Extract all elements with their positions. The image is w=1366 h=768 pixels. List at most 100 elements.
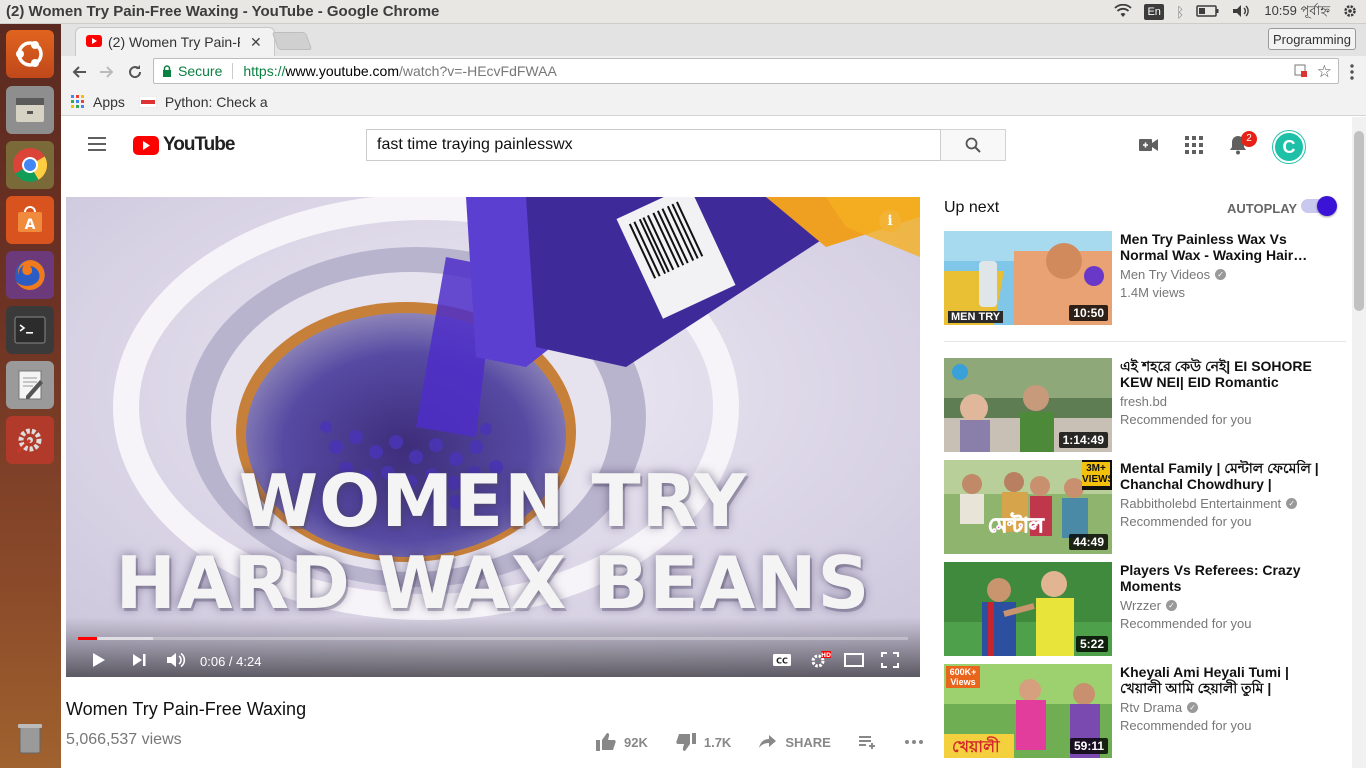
forward-arrow-icon[interactable] [93, 58, 121, 86]
recommendation-item[interactable]: MEN TRY 10:50 Men Try Painless Wax Vs No… [944, 231, 1344, 325]
upload-video-camera-icon[interactable] [1139, 138, 1159, 157]
ubuntu-dash-icon[interactable] [6, 30, 54, 78]
url-path: /watch?v=-HEcvFdFWAA [399, 63, 557, 79]
youtube-page: YouTube fast time traying painlesswx 2 C [61, 117, 1352, 768]
apps-grid-icon[interactable] [1185, 135, 1203, 159]
video-duration: 10:50 [1069, 305, 1108, 321]
add-to-playlist-icon[interactable] [858, 735, 877, 749]
settings-hd-icon[interactable]: HD [809, 650, 831, 673]
player-controls: 0:06 / 4:24 CC HD [66, 645, 920, 677]
settings-gear-icon[interactable] [1342, 3, 1358, 22]
bookmarks-bar: Apps Python: Check a [61, 88, 1366, 116]
video-player[interactable]: WOMEN TRY HARD WAX BEANS i 0:06 / 4:24 C… [66, 197, 920, 677]
youtube-logo[interactable]: YouTube [133, 134, 235, 156]
autoplay-toggle[interactable] [1301, 196, 1337, 216]
url-host: www.youtube.com [285, 63, 399, 79]
channel-name[interactable]: Men Try Videos ✓ [1120, 267, 1227, 282]
text-editor-icon[interactable] [6, 361, 54, 409]
chrome-menu-icon[interactable] [1338, 58, 1366, 86]
files-icon[interactable] [6, 86, 54, 134]
volume-icon[interactable] [1232, 4, 1252, 21]
video-thumbnail[interactable]: MEN TRY 10:50 [944, 231, 1112, 325]
recommendation-title[interactable]: Mental Family | মেন্টাল ফেমেলি | Chancha… [1120, 460, 1324, 492]
tab-close-icon[interactable]: ✕ [250, 34, 262, 51]
page-scrollbar[interactable] [1352, 117, 1366, 768]
verified-check-icon: ✓ [1187, 702, 1199, 713]
recommendation-meta: Recommended for you [1120, 412, 1252, 427]
tab-youtube[interactable]: (2) Women Try Pain-Free Waxing - YouTube… [75, 27, 275, 56]
system-tray: En ᛒ 10:59 পূর্বাহ্ন [1114, 0, 1358, 24]
progress-bar[interactable] [78, 637, 908, 640]
keyboard-language-indicator[interactable]: En [1144, 4, 1164, 20]
trash-icon[interactable] [6, 714, 54, 762]
share-label: SHARE [785, 734, 831, 750]
bookmark-label: Apps [93, 93, 125, 110]
firefox-icon[interactable] [6, 251, 54, 299]
recommendation-title[interactable]: Men Try Painless Wax Vs Normal Wax - Wax… [1120, 231, 1324, 263]
volume-icon[interactable] [166, 652, 186, 671]
tab-strip: (2) Women Try Pain-Free Waxing - YouTube… [61, 24, 1366, 56]
theater-mode-icon[interactable] [844, 652, 864, 670]
video-overlay-line-1: WOMEN TRY [238, 459, 748, 543]
bookmark-python[interactable]: Python: Check a [138, 94, 268, 110]
search-input[interactable]: fast time traying painlesswx [366, 129, 941, 161]
window-title: (2) Women Try Pain-Free Waxing - YouTube… [6, 3, 440, 20]
clock[interactable]: 10:59 পূর্বাহ্ন [1264, 2, 1330, 23]
video-thumbnail[interactable]: খেয়ালী 600K+ Views 59:11 [944, 664, 1112, 758]
recommendation-item[interactable]: খেয়ালী 600K+ Views 59:11 Kheyali Ami He… [944, 664, 1344, 758]
recommendation-meta: Recommended for you [1120, 718, 1252, 733]
video-actions: 92K 1.7K SHARE [596, 733, 923, 751]
terminal-icon[interactable] [6, 306, 54, 354]
up-next-divider [944, 341, 1346, 342]
wifi-icon[interactable] [1114, 3, 1133, 21]
address-bar[interactable]: Secure https:// www.youtube.com /watch?v… [153, 58, 1339, 84]
recommendation-title[interactable]: এই শহরে কেউ নেই| EI SOHORE KEW NEI| EID … [1120, 358, 1324, 390]
thumbs-up-icon [596, 733, 616, 751]
next-video-icon[interactable] [132, 653, 146, 670]
bookmark-star-icon[interactable]: ☆ [1317, 62, 1332, 82]
channel-name[interactable]: Rabbitholebd Entertainment ✓ [1120, 496, 1298, 511]
fullscreen-icon[interactable] [881, 651, 899, 671]
share-button[interactable]: SHARE [759, 735, 831, 750]
svg-text:মেন্টাল: মেন্টাল [988, 512, 1045, 537]
view-count: 5,066,537 views [66, 731, 182, 748]
guide-menu-icon[interactable] [88, 137, 106, 151]
lock-icon [163, 65, 171, 77]
reload-icon[interactable] [121, 58, 149, 86]
back-arrow-icon[interactable] [65, 58, 93, 86]
recommendation-item[interactable]: মেন্টাল 3M+ VIEWS 44:49 Mental Family | … [944, 460, 1344, 554]
up-next-heading: Up next [944, 199, 1000, 216]
profile-button[interactable]: Programming [1267, 28, 1356, 50]
bookmark-apps[interactable]: Apps [71, 94, 125, 110]
info-card-icon[interactable]: i [879, 210, 901, 232]
recommendation-item[interactable]: 1:14:49 এই শহরে কেউ নেই| EI SOHORE KEW N… [944, 358, 1344, 452]
channel-name[interactable]: fresh.bd [1120, 394, 1167, 409]
system-settings-icon[interactable] [6, 416, 54, 464]
search-button[interactable] [941, 129, 1006, 161]
channel-name[interactable]: Rtv Drama ✓ [1120, 700, 1199, 715]
captions-icon[interactable]: CC [772, 653, 792, 670]
time-display: 0:06 / 4:24 [200, 653, 262, 669]
video-thumbnail[interactable]: 5:22 [944, 562, 1112, 656]
video-thumbnail[interactable]: 1:14:49 [944, 358, 1112, 452]
blocked-popup-icon[interactable] [1294, 64, 1308, 81]
like-button[interactable]: 92K [596, 733, 648, 751]
recommendation-title[interactable]: Kheyali Ami Heyali Tumi | খেয়ালী আমি হে… [1120, 664, 1324, 696]
channel-name[interactable]: Wrzzer ✓ [1120, 598, 1177, 613]
bluetooth-icon[interactable]: ᛒ [1176, 4, 1184, 20]
account-avatar[interactable]: C [1273, 131, 1305, 163]
recommendation-title[interactable]: Players Vs Referees: Crazy Moments [1120, 562, 1324, 594]
secure-indicator[interactable]: Secure [162, 63, 222, 79]
chrome-icon[interactable] [6, 141, 54, 189]
software-center-icon[interactable]: A [6, 196, 54, 244]
dislike-button[interactable]: 1.7K [676, 733, 731, 751]
recommendation-item[interactable]: 5:22 Players Vs Referees: Crazy Moments … [944, 562, 1344, 656]
new-tab-button[interactable] [271, 32, 313, 50]
scrollbar-thumb[interactable] [1354, 131, 1364, 311]
notifications-bell-icon[interactable]: 2 [1229, 130, 1257, 160]
more-actions-icon[interactable] [904, 740, 923, 744]
video-thumbnail[interactable]: মেন্টাল 3M+ VIEWS 44:49 [944, 460, 1112, 554]
battery-icon[interactable] [1196, 4, 1220, 20]
site-favicon-icon [138, 95, 157, 108]
play-icon[interactable] [92, 652, 106, 671]
